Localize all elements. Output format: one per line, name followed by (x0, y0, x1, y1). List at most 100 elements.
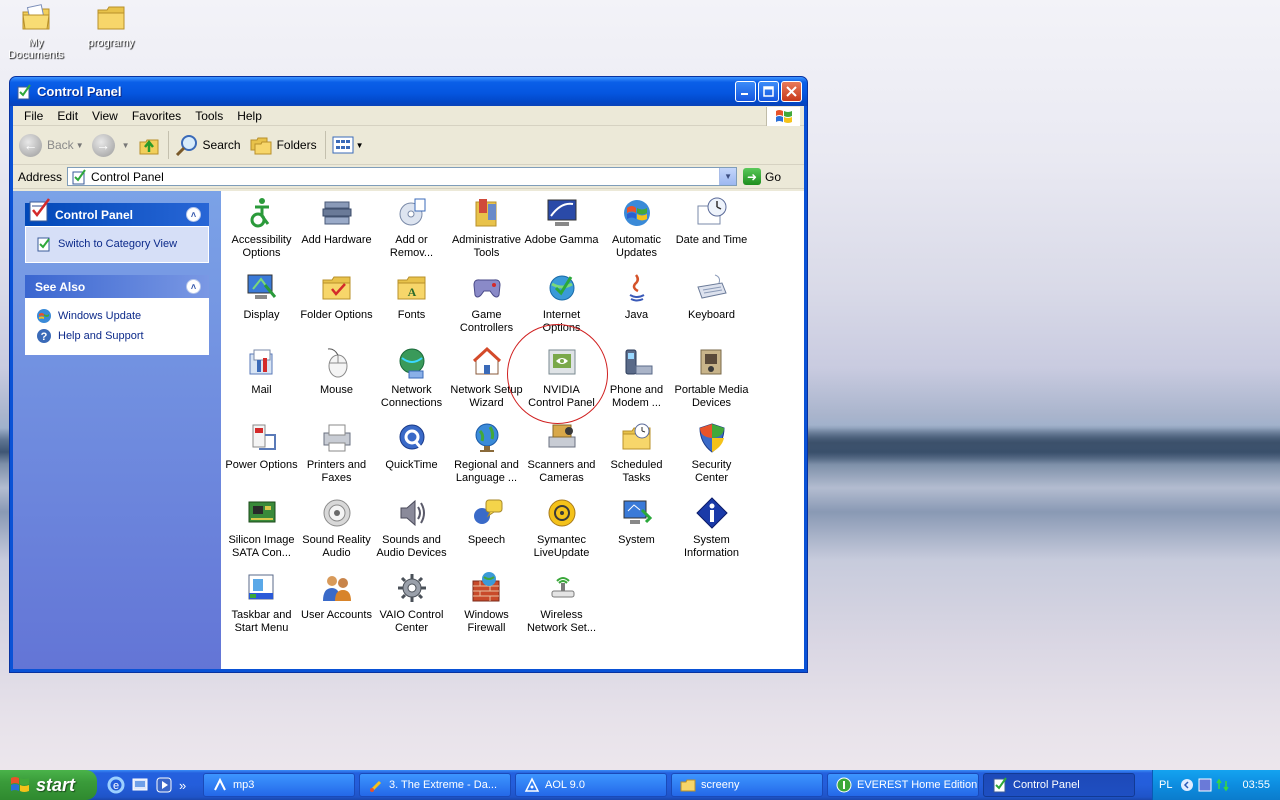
taskbar-button[interactable]: mp3 (203, 773, 355, 797)
cp-item-nvidia[interactable]: NVIDIA Control Panel (524, 343, 599, 418)
internet-explorer-icon[interactable]: e (107, 776, 125, 794)
cp-item-scanners[interactable]: Scanners and Cameras (524, 418, 599, 493)
menu-edit[interactable]: Edit (50, 107, 85, 125)
taskbar-button[interactable]: 3. The Extreme - Da... (359, 773, 511, 797)
cp-item-scheduled-tasks[interactable]: Scheduled Tasks (599, 418, 674, 493)
cp-item-adobe-gamma[interactable]: Adobe Gamma (524, 193, 599, 268)
maximize-button[interactable] (758, 81, 779, 102)
cp-item-sounds[interactable]: Sounds and Audio Devices (374, 493, 449, 568)
back-dropdown-icon[interactable]: ▼ (76, 141, 84, 150)
start-button[interactable]: start (0, 770, 97, 800)
forward-button[interactable]: → ▼ (91, 133, 130, 157)
back-arrow-icon: ← (19, 133, 42, 157)
sounds-icon (400, 499, 425, 527)
views-button[interactable]: ▼ (332, 135, 364, 155)
quick-launch-more-icon[interactable]: » (179, 778, 186, 793)
folder-icon (680, 779, 696, 792)
cp-item-regional[interactable]: Regional and Language ... (449, 418, 524, 493)
everest-icon (836, 777, 852, 793)
cp-item-automatic-updates[interactable]: Automatic Updates (599, 193, 674, 268)
cp-item-sound-reality[interactable]: Sound Reality Audio (299, 493, 374, 568)
folders-button[interactable]: Folders (249, 134, 317, 156)
menu-favorites[interactable]: Favorites (125, 107, 188, 125)
address-input[interactable]: Control Panel ▼ (67, 167, 738, 186)
language-indicator[interactable]: PL (1159, 779, 1172, 791)
taskbar-button[interactable]: EVEREST Home Edition (827, 773, 979, 797)
control-panel-items-view: Accessibility Options Add Hardware Add or Re… (221, 191, 804, 669)
see-also-header[interactable]: See Also ˄ (25, 275, 209, 298)
cp-item-add-hardware[interactable]: Add Hardware (299, 193, 374, 268)
cp-item-network-setup[interactable]: Network Setup Wizard (449, 343, 524, 418)
cp-item-system-information[interactable]: System Information (674, 493, 749, 568)
up-button[interactable] (138, 134, 160, 156)
back-button[interactable]: ← Back ▼ (19, 133, 84, 157)
media-player-icon[interactable] (155, 776, 173, 794)
cp-item-label: Windows (464, 609, 509, 621)
collapse-chevron-icon[interactable]: ˄ (186, 279, 201, 294)
cp-item-symantec[interactable]: Symantec LiveUpdate (524, 493, 599, 568)
menu-help[interactable]: Help (230, 107, 269, 125)
menu-tools[interactable]: Tools (188, 107, 230, 125)
close-button[interactable] (781, 81, 802, 102)
taskbar-button-label: 3. The Extreme - Da... (389, 779, 498, 791)
cp-item-wireless[interactable]: Wireless Network Set... (524, 568, 599, 643)
cp-item-date-time[interactable]: Date and Time (674, 193, 749, 268)
cp-item-mouse[interactable]: Mouse (299, 343, 374, 418)
cp-item-java[interactable]: Java (599, 268, 674, 343)
cp-item-label-line2: Tools (473, 247, 500, 259)
cp-item-fonts[interactable]: A Fonts (374, 268, 449, 343)
control-panel-task-header[interactable]: Control Panel ˄ (25, 198, 209, 226)
desktop-icon-programy[interactable]: programy (75, 2, 147, 49)
folders-label: Folders (276, 138, 317, 152)
forward-dropdown-icon[interactable]: ▼ (122, 141, 130, 150)
cp-item-add-remove-programs[interactable]: Add or Remov... (374, 193, 449, 268)
minimize-button[interactable] (735, 81, 756, 102)
cp-item-label: Mail (251, 384, 272, 396)
taskbar-button[interactable]: AOL 9.0 (515, 773, 667, 797)
desktop-icon-my-documents[interactable]: My Documents (0, 2, 72, 61)
windows-update-link[interactable]: Windows Update (36, 306, 198, 326)
menu-file[interactable]: File (17, 107, 50, 125)
cp-item-security-center[interactable]: Security Center (674, 418, 749, 493)
help-support-link[interactable]: ? Help and Support (36, 326, 198, 346)
cp-item-portable-media[interactable]: Portable Media Devices (674, 343, 749, 418)
cp-item-mail[interactable]: Mail (224, 343, 299, 418)
cp-item-vaio[interactable]: VAIO Control Center (374, 568, 449, 643)
cp-item-firewall[interactable]: Windows Firewall (449, 568, 524, 643)
cp-item-printers[interactable]: Printers and Faxes (299, 418, 374, 493)
clock[interactable]: 03:55 (1242, 779, 1270, 791)
network-tray-icon[interactable] (1216, 778, 1230, 792)
quicktime-icon (399, 424, 424, 450)
search-label: Search (202, 138, 241, 152)
cp-item-power-options[interactable]: Power Options (224, 418, 299, 493)
wireless-icon (551, 577, 574, 598)
title-bar[interactable]: Control Panel (10, 77, 807, 106)
cp-item-keyboard[interactable]: Keyboard (674, 268, 749, 343)
cp-item-network-connections[interactable]: Network Connections (374, 343, 449, 418)
search-button[interactable]: Search (175, 134, 241, 156)
show-desktop-icon[interactable] (131, 776, 149, 794)
cp-item-taskbar[interactable]: Taskbar and Start Menu (224, 568, 299, 643)
menu-view[interactable]: View (85, 107, 125, 125)
cp-item-game-controllers[interactable]: Game Controllers (449, 268, 524, 343)
go-button[interactable]: ➜ Go (743, 168, 781, 185)
cp-item-accessibility[interactable]: Accessibility Options (224, 193, 299, 268)
cp-item-user-accounts[interactable]: User Accounts (299, 568, 374, 643)
cp-item-display[interactable]: Display (224, 268, 299, 343)
cp-item-phone-modem[interactable]: Phone and Modem ... (599, 343, 674, 418)
app-tray-icon[interactable] (1198, 778, 1212, 792)
back-tray-icon[interactable] (1180, 778, 1194, 792)
cp-item-sata[interactable]: Silicon Image SATA Con... (224, 493, 299, 568)
cp-item-internet-options[interactable]: Internet Options (524, 268, 599, 343)
taskbar-button[interactable]: screeny (671, 773, 823, 797)
address-dropdown-icon[interactable]: ▼ (719, 168, 737, 185)
collapse-chevron-icon[interactable]: ˄ (186, 207, 201, 222)
control-panel-icon (17, 83, 31, 99)
cp-item-quicktime[interactable]: QuickTime (374, 418, 449, 493)
cp-item-folder-options[interactable]: Folder Options (299, 268, 374, 343)
switch-category-view-link[interactable]: Switch to Category View (36, 234, 198, 254)
cp-item-speech[interactable]: Speech (449, 493, 524, 568)
cp-item-system[interactable]: System (599, 493, 674, 568)
cp-item-administrative-tools[interactable]: Administrative Tools (449, 193, 524, 268)
taskbar-button[interactable]: Control Panel (983, 773, 1135, 797)
